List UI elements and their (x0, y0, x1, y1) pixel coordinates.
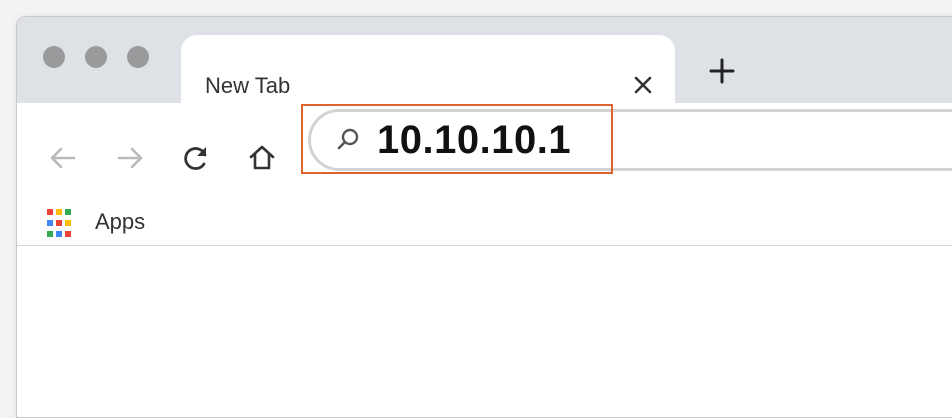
tab-strip: New Tab (17, 17, 952, 105)
apps-grid-dot (47, 231, 53, 237)
search-icon (335, 126, 363, 154)
tab-new-tab[interactable]: New Tab (181, 35, 675, 105)
address-bar-text[interactable]: 10.10.10.1 (377, 118, 571, 162)
close-window-button[interactable] (43, 46, 65, 68)
apps-grid-icon (47, 209, 77, 239)
browser-window: New Tab 10.10.10.1 Apps (16, 16, 952, 418)
apps-grid-dot (56, 220, 62, 226)
minimize-window-button[interactable] (85, 46, 107, 68)
apps-grid-dot (47, 220, 53, 226)
plus-icon[interactable] (708, 57, 736, 85)
apps-grid-dot (65, 220, 71, 226)
forward-arrow-icon[interactable] (114, 142, 146, 174)
apps-grid-dot (56, 209, 62, 215)
bookmarks-bar: Apps (17, 189, 952, 246)
apps-grid-dot (47, 209, 53, 215)
back-arrow-icon[interactable] (47, 142, 79, 174)
apps-grid-dot (65, 209, 71, 215)
home-icon[interactable] (246, 142, 278, 174)
apps-grid-dot (65, 231, 71, 237)
apps-grid-dot (56, 231, 62, 237)
address-bar[interactable]: 10.10.10.1 (308, 109, 952, 171)
page-content (17, 246, 952, 417)
maximize-window-button[interactable] (127, 46, 149, 68)
reload-icon[interactable] (180, 142, 212, 174)
close-icon[interactable] (631, 73, 655, 97)
apps-label: Apps (95, 209, 146, 234)
tab-title: New Tab (205, 73, 291, 98)
